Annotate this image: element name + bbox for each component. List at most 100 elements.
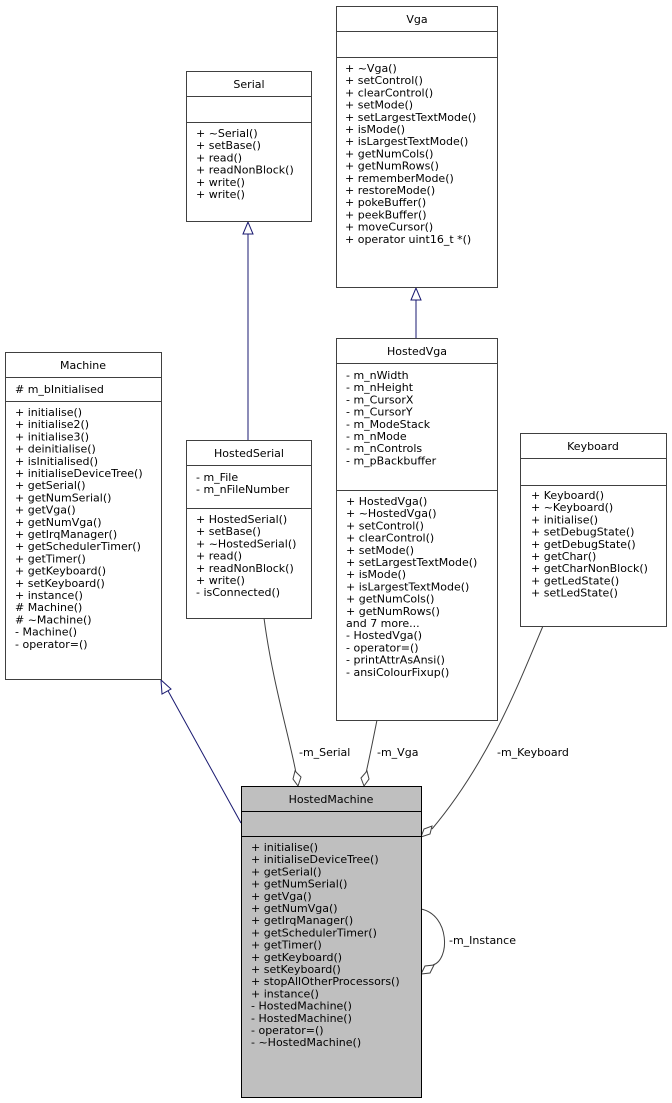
class-method: + ~HostedVga() (346, 507, 437, 520)
class-box-hosted-machine[interactable]: HostedMachine + initialise()+ initialise… (241, 786, 422, 1098)
class-method: + setLedState() (531, 587, 618, 600)
class-box-vga[interactable]: Vga + ~Vga()+ setControl()+ clearControl… (336, 6, 498, 288)
class-method: + setMode() (345, 99, 413, 112)
class-attribute: - m_nControls (346, 442, 422, 455)
class-title-hosted-machine: HostedMachine (289, 793, 374, 806)
edge-machine-inheritance (160, 678, 242, 824)
class-method: + operator uint16_t *() (345, 233, 471, 246)
inheritance-arrowhead (410, 286, 422, 301)
class-method: + getIrqManager() (15, 528, 117, 541)
class-method: + ~HostedSerial() (196, 537, 296, 550)
class-method: + getChar() (531, 550, 596, 563)
class-diagram: -m_Serial -m_Vga -m_Keyboard -m_Instance… (5, 6, 667, 1098)
class-method: + initialise() (531, 513, 598, 526)
class-method: + setDebugState() (531, 526, 634, 539)
class-method: + ~Serial() (196, 127, 258, 140)
class-method: + rememberMode() (345, 172, 454, 185)
class-method: + clearControl() (345, 86, 433, 99)
class-method: + setKeyboard() (251, 963, 341, 976)
class-method: + stopAllOtherProcessors() (251, 975, 400, 988)
class-method: # Machine() (15, 601, 82, 614)
class-method: + getNumCols() (345, 147, 433, 160)
class-method: + initialiseDeviceTree() (15, 467, 143, 480)
class-method: + setMode() (346, 544, 414, 557)
class-method: + initialise() (251, 841, 318, 854)
class-method: + getTimer() (15, 552, 86, 565)
class-method: - printAttrAsAnsi() (346, 654, 445, 667)
class-method: + readNonBlock() (196, 562, 294, 575)
class-box-keyboard[interactable]: Keyboard + Keyboard()+ ~Keyboard()+ init… (520, 433, 667, 627)
class-method: - operator=() (15, 638, 88, 651)
class-method: + HostedVga() (346, 495, 427, 508)
class-method: + getIrqManager() (251, 914, 353, 927)
class-method: - Machine() (15, 626, 77, 639)
edge-m-vga: -m_Vga (360, 719, 418, 788)
class-attribute: - m_nHeight (346, 381, 414, 394)
class-method: + getNumVga() (251, 902, 338, 915)
aggregation-diamond (292, 770, 302, 788)
class-method: + getCharNonBlock() (531, 562, 648, 575)
class-method: + clearControl() (346, 532, 434, 545)
edge-label-m-vga: -m_Vga (377, 746, 418, 759)
aggregation-diamond (420, 825, 433, 838)
class-method: + getKeyboard() (15, 565, 106, 578)
class-method: # ~Machine() (15, 613, 92, 626)
class-method: + getSerial() (251, 865, 322, 878)
class-method: + getVga() (15, 504, 76, 517)
class-method: + getSerial() (15, 479, 86, 492)
edge-m-instance: -m_Instance (420, 908, 516, 975)
class-attribute: - m_nMode (346, 430, 407, 443)
class-attribute: - m_CursorY (346, 406, 413, 419)
class-method: + moveCursor() (345, 221, 433, 234)
class-method: + getTimer() (251, 939, 322, 952)
class-box-machine[interactable]: Machine # m_bInitialised + initialise()+… (5, 352, 162, 680)
class-method: - ~HostedMachine() (251, 1036, 361, 1049)
class-method: + initialise() (15, 406, 82, 419)
class-method: + write() (196, 574, 245, 587)
class-method: + peekBuffer() (345, 208, 427, 221)
class-method: - HostedMachine() (251, 1012, 352, 1025)
class-method: + read() (196, 550, 242, 563)
class-method: + write() (196, 188, 245, 201)
class-method: + initialiseDeviceTree() (251, 853, 379, 866)
class-title-serial: Serial (233, 78, 264, 91)
class-method: + getDebugState() (531, 538, 636, 551)
class-method: - isConnected() (196, 586, 280, 599)
class-method: - ansiColourFixup() (346, 666, 449, 679)
class-method: + restoreMode() (345, 184, 435, 197)
class-method: + isInitialised() (15, 455, 98, 468)
class-method: + getKeyboard() (251, 951, 342, 964)
class-method: + initialise2() (15, 418, 89, 431)
class-attribute: - m_nFileNumber (196, 483, 290, 496)
class-method: and 7 more... (346, 617, 420, 630)
class-attribute: - m_CursorX (346, 393, 414, 406)
aggregation-diamond (420, 964, 435, 975)
class-method: + instance() (251, 987, 319, 1000)
class-method: + setControl() (345, 74, 423, 87)
class-box-hosted-vga[interactable]: HostedVga - m_nWidth- m_nHeight- m_Curso… (336, 338, 498, 721)
class-title-keyboard: Keyboard (567, 440, 619, 453)
class-method: + write() (196, 176, 245, 189)
class-method: + deinitialise() (15, 443, 96, 456)
class-method: + getSchedulerTimer() (15, 540, 141, 553)
class-box-hosted-serial[interactable]: HostedSerial - m_File- m_nFileNumber + H… (186, 440, 312, 619)
class-method: + getNumSerial() (251, 878, 347, 891)
class-method: + instance() (15, 589, 83, 602)
class-method: + isMode() (346, 568, 406, 581)
class-title-hosted-vga: HostedVga (387, 345, 447, 358)
class-method: + isLargestTextMode() (345, 135, 468, 148)
class-method: + getNumRows() (346, 605, 440, 618)
edge-label-m-serial: -m_Serial (299, 746, 350, 759)
class-attribute: - m_nWidth (346, 369, 409, 382)
edge-label-m-instance: -m_Instance (449, 934, 516, 947)
class-method: - HostedVga() (346, 629, 422, 642)
class-box-serial[interactable]: Serial + ~Serial()+ setBase()+ read()+ r… (186, 71, 312, 222)
class-method: + setBase() (196, 139, 261, 152)
attribute-list: # m_bInitialised (15, 383, 104, 396)
class-attribute: - m_pBackbuffer (346, 454, 437, 467)
class-method: + pokeBuffer() (345, 196, 426, 209)
class-title-hosted-serial: HostedSerial (214, 447, 284, 460)
class-method: + HostedSerial() (196, 513, 287, 526)
class-method: - operator=() (251, 1024, 324, 1037)
class-method: + setKeyboard() (15, 577, 105, 590)
